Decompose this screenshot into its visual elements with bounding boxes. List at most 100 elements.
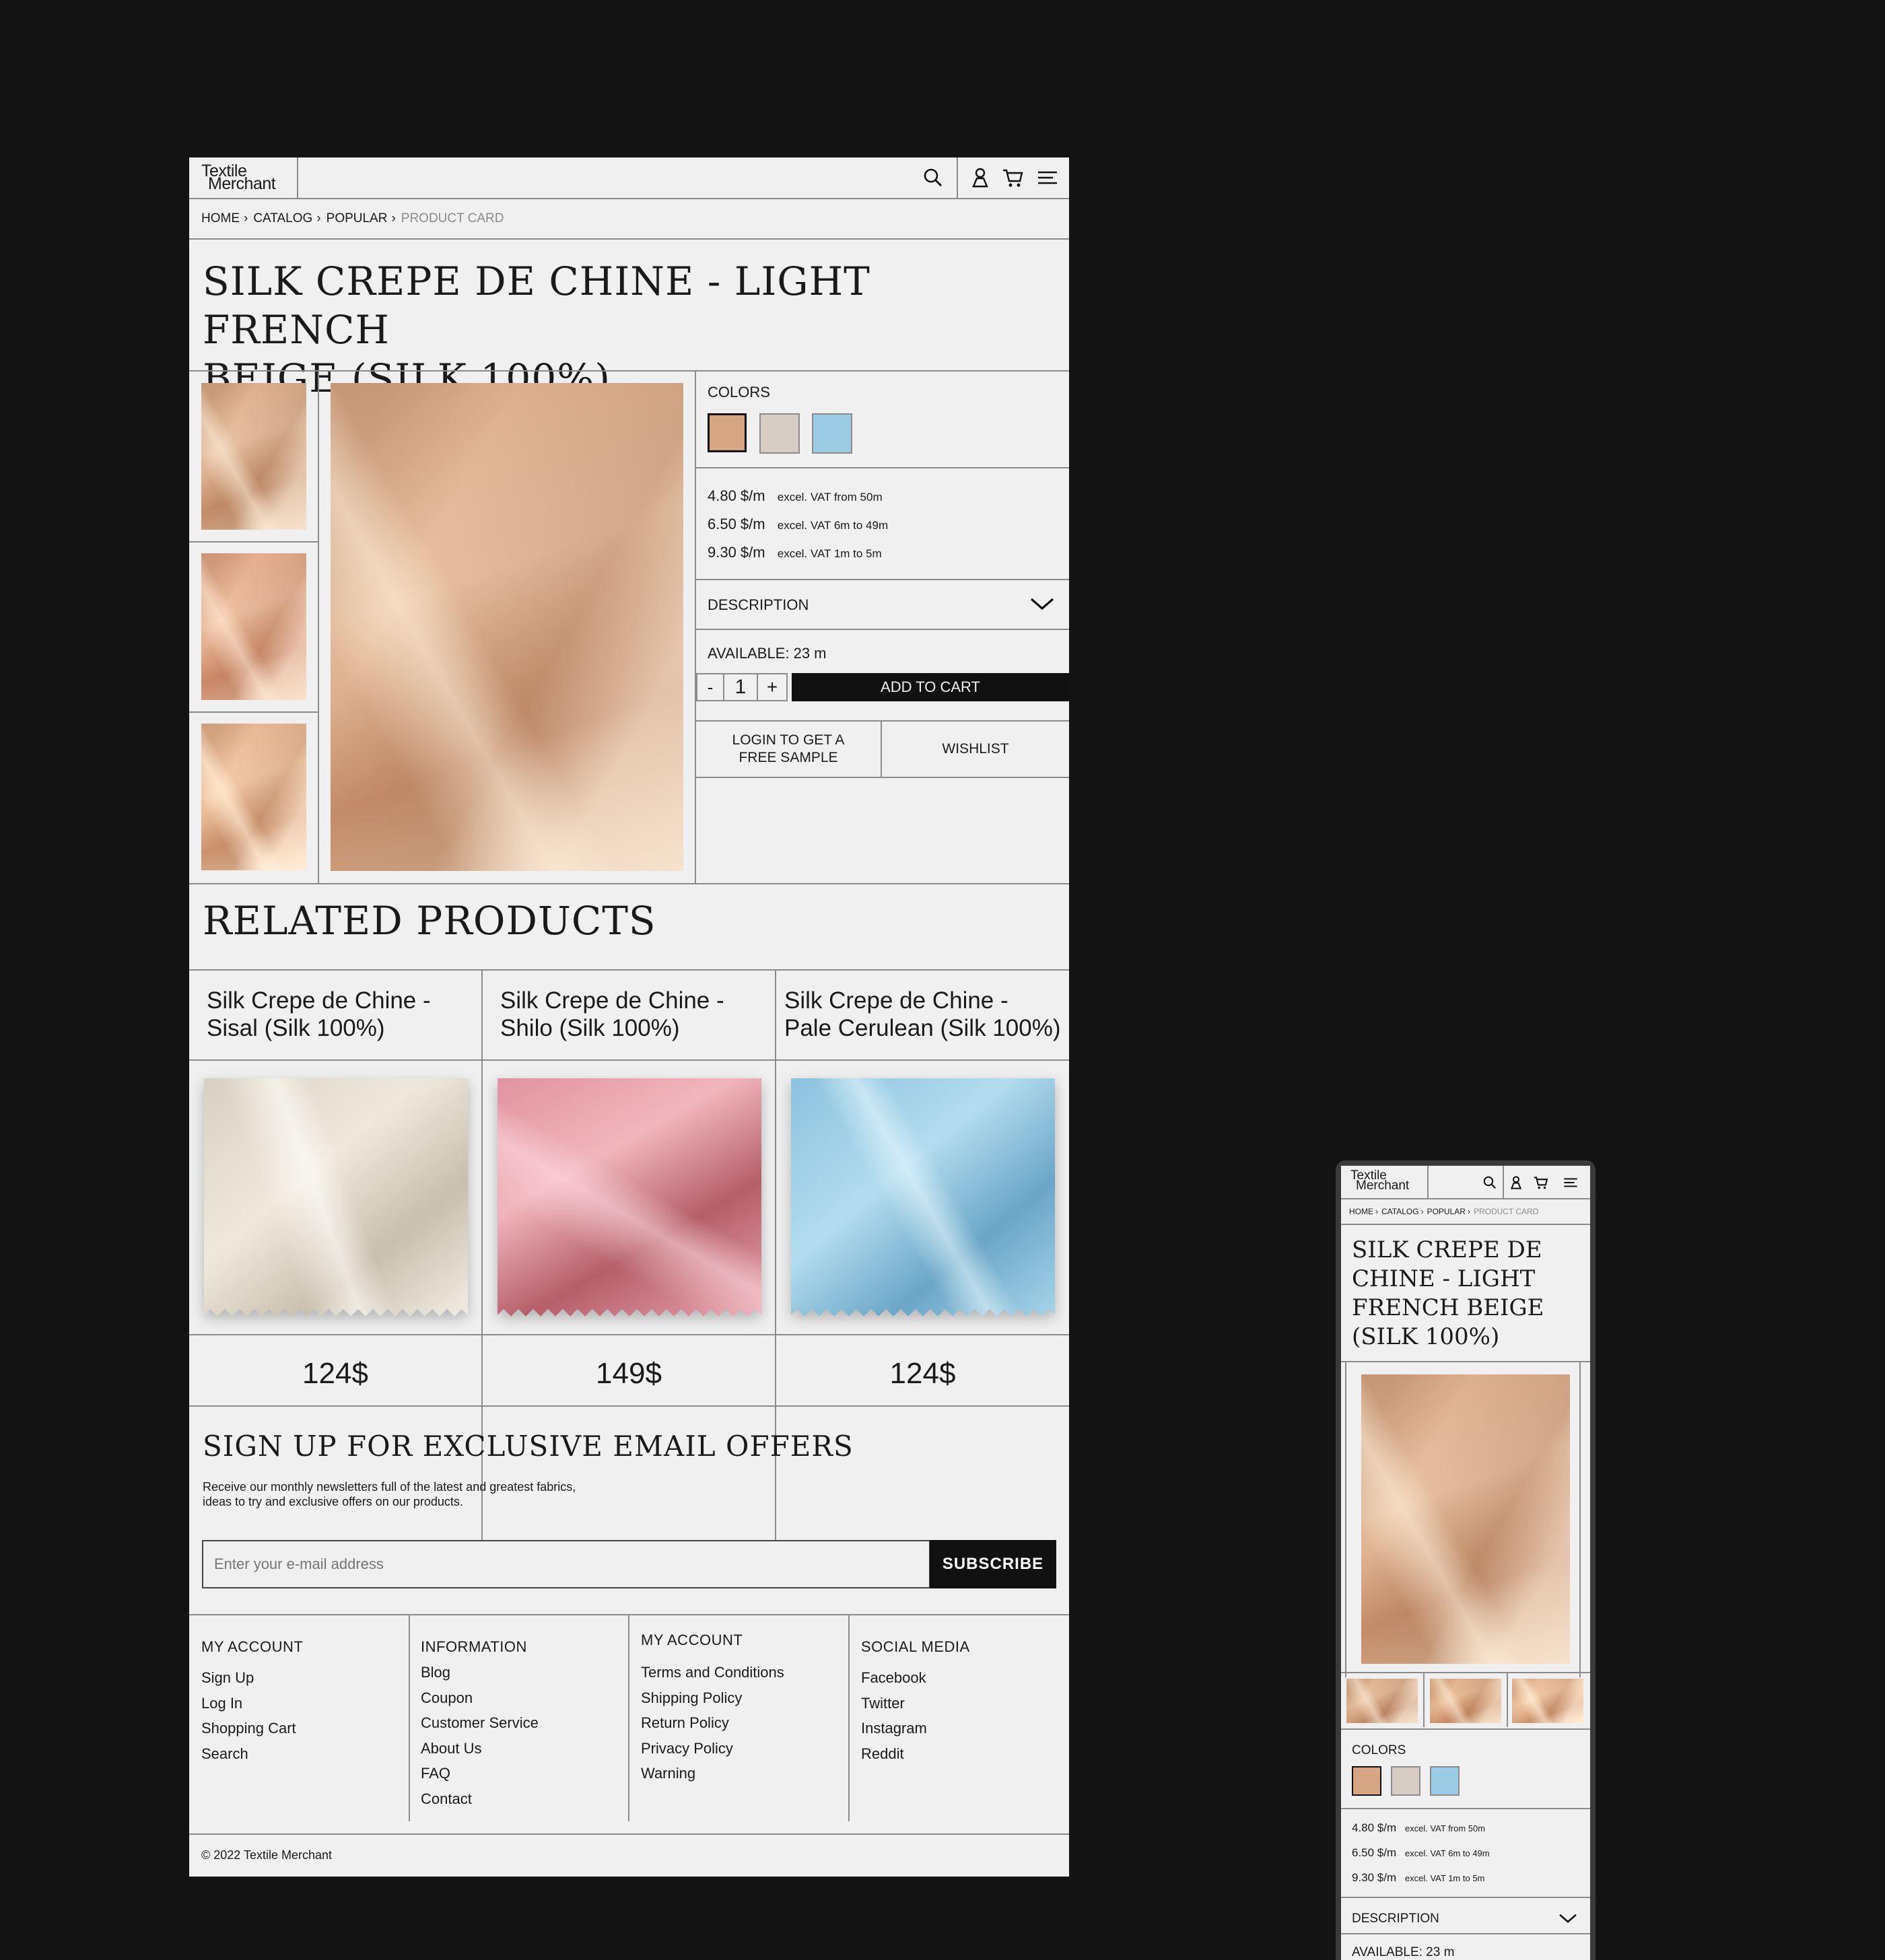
description-toggle[interactable]: DESCRIPTION [696,580,1069,629]
related-product-image[interactable] [791,1078,1055,1317]
footer-link[interactable]: Shopping Cart [201,1716,303,1741]
footer-link[interactable]: Sign Up [201,1665,303,1691]
cart-icon[interactable] [1533,1175,1549,1193]
qty-value[interactable]: 1 [723,673,758,701]
add-to-cart-button[interactable]: ADD TO CART [792,673,1069,701]
thumbnail-1[interactable] [201,383,306,530]
description-toggle[interactable]: DESCRIPTION [1341,1898,1590,1938]
thumbnail-2[interactable] [201,553,306,700]
footer-link[interactable]: Return Policy [641,1710,784,1736]
user-icon[interactable] [1509,1175,1523,1193]
email-input[interactable] [202,1540,930,1588]
divider [189,541,318,542]
footer-link[interactable]: Blog [421,1660,539,1685]
divider [1345,1362,1346,1677]
divider [189,370,1069,372]
subscribe-button[interactable]: SUBSCRIBE [930,1540,1056,1588]
qty-plus-button[interactable]: + [757,673,788,701]
price-tier-1: 4.80 $/m excel. VAT from 50m [708,487,883,505]
breadcrumb-catalog[interactable]: CATALOG [253,211,312,226]
search-icon[interactable] [1482,1175,1497,1193]
divider [1341,1808,1590,1809]
brand-line2: Merchant [1356,1179,1410,1193]
breadcrumb: HOME › CATALOG › POPULAR › PRODUCT CARD [1341,1199,1590,1225]
footer-link[interactable]: Search [201,1741,303,1767]
divider [696,467,1069,468]
footer-column-policies: MY ACCOUNT Terms and Conditions Shipping… [641,1632,784,1786]
user-icon[interactable] [970,167,990,188]
related-product-name[interactable]: Silk Crepe de Chine - Pale Cerulean (Sil… [784,987,1060,1042]
breadcrumb-catalog[interactable]: CATALOG [1381,1207,1419,1216]
color-swatch-blue[interactable] [812,413,852,454]
footer-link[interactable]: Contact [421,1786,539,1812]
breadcrumb-popular[interactable]: POPULAR [327,211,388,226]
newsletter-heading: SIGN UP FOR EXCLUSIVE EMAIL OFFERS [203,1430,854,1463]
main-product-image [331,383,683,871]
cart-icon[interactable] [1002,167,1025,188]
brand-logo[interactable]: Textile Merchant [1341,1166,1429,1198]
color-swatch-beige[interactable] [708,413,747,452]
related-product-image[interactable] [498,1078,761,1317]
newsletter-text-line: ideas to try and exclusive offers on our… [203,1495,463,1508]
footer-link[interactable]: Log In [201,1691,303,1716]
footer-link[interactable]: Twitter [861,1691,970,1716]
newsletter-text-line: Receive our monthly newsletters full of … [203,1480,576,1494]
footer-link[interactable]: About Us [421,1736,539,1761]
color-swatch-blue[interactable] [1430,1766,1460,1796]
price-tier-3: 9.30 $/m excel. VAT 1m to 5m [708,544,882,561]
availability: AVAILABLE: 23 m [708,645,827,662]
related-product-image[interactable] [204,1078,468,1317]
footer-link[interactable]: Facebook [861,1665,970,1691]
divider [696,629,1069,630]
footer-link[interactable]: Reddit [861,1741,970,1767]
related-product-name-line: Shilo (Silk 100%) [500,1015,680,1041]
divider [189,1059,1069,1061]
search-icon[interactable] [922,167,944,188]
divider [1341,1933,1590,1934]
menu-icon[interactable] [1037,168,1058,187]
thumbnail-3[interactable] [1512,1679,1583,1723]
brand-logo[interactable]: Textile Merchant [189,158,298,198]
price-tier-price: 4.80 $/m [708,487,765,504]
price-tier-price: 6.50 $/m [1352,1846,1397,1859]
footer-link[interactable]: Instagram [861,1716,970,1741]
footer-link[interactable]: Privacy Policy [641,1736,784,1761]
color-swatch-greige[interactable] [759,413,800,454]
footer-link[interactable]: FAQ [421,1761,539,1786]
mobile-frame: Textile Merchant HOME › CATALOG › POPULA [1336,1160,1596,1960]
thumbnail-1[interactable] [1346,1679,1418,1723]
divider [696,777,1069,778]
page-title-line: (SILK 100%) [1352,1323,1500,1350]
thumbnail-3[interactable] [201,724,306,870]
price-tier-price: 9.30 $/m [708,544,765,561]
footer-link[interactable]: Warning [641,1761,784,1786]
color-swatch-beige[interactable] [1352,1766,1381,1796]
related-product-name[interactable]: Silk Crepe de Chine - Sisal (Silk 100%) [207,987,431,1042]
price-tier-price: 9.30 $/m [1352,1871,1397,1884]
related-product-name[interactable]: Silk Crepe de Chine - Shilo (Silk 100%) [500,987,724,1042]
page-title-line: FRENCH BEIGE [1352,1294,1544,1321]
header: Textile Merchant [189,158,1069,199]
breadcrumb-popular[interactable]: POPULAR [1427,1207,1466,1216]
footer-link[interactable]: Coupon [421,1685,539,1711]
footer-column-title: SOCIAL MEDIA [861,1638,970,1655]
wishlist-button[interactable]: WISHLIST [882,722,1069,777]
colors-label: COLORS [1352,1743,1406,1757]
qty-minus-button[interactable]: - [696,673,724,701]
footer-column-social: SOCIAL MEDIA Facebook Twitter Instagram … [861,1638,970,1766]
footer-link[interactable]: Terms and Conditions [641,1660,784,1685]
footer-link[interactable]: Customer Service [421,1710,539,1736]
divider [189,1833,1069,1835]
footer-link[interactable]: Shipping Policy [641,1685,784,1711]
breadcrumb-home[interactable]: HOME [1349,1207,1373,1216]
colors-label: COLORS [708,384,770,400]
thumbnail-2[interactable] [1430,1679,1501,1723]
breadcrumb-home[interactable]: HOME [201,211,240,226]
free-sample-button[interactable]: LOGIN TO GET A FREE SAMPLE [696,722,882,777]
color-swatch-greige[interactable] [1391,1766,1420,1796]
footer-column-account: MY ACCOUNT Sign Up Log In Shopping Cart … [201,1638,303,1766]
footer-column-information: INFORMATION Blog Coupon Customer Service… [421,1638,539,1811]
description-label: DESCRIPTION [708,596,809,613]
price-tier-note: excel. VAT from 50m [777,491,883,503]
menu-icon[interactable] [1563,1176,1578,1193]
